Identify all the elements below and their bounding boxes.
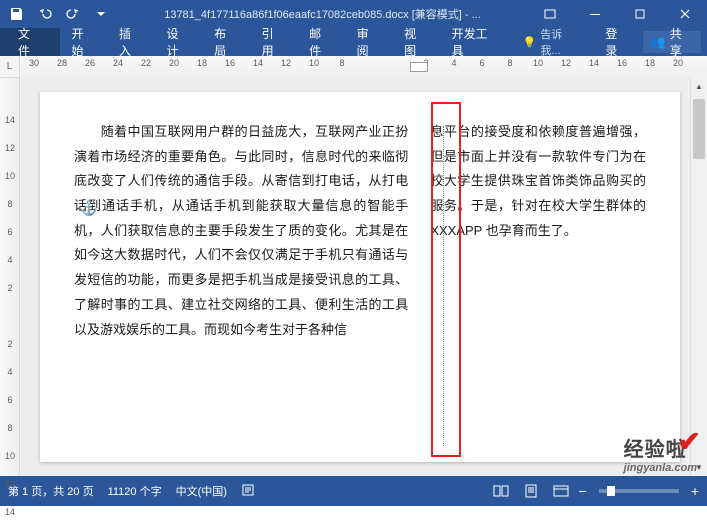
- column-separator: [443, 126, 444, 446]
- ruler-tick: [2, 302, 18, 330]
- ruler-tick: 4: [2, 246, 18, 274]
- scroll-thumb[interactable]: [693, 99, 705, 159]
- qat-customize-button[interactable]: [88, 2, 114, 26]
- page-count[interactable]: 第 1 页，共 20 页: [8, 483, 94, 499]
- title-bar: 13781_4f177116a86f1f06eaafc17082ceb085.d…: [0, 0, 707, 28]
- minimize-button[interactable]: [572, 0, 617, 28]
- tab-home[interactable]: 开始: [60, 28, 108, 56]
- maximize-button[interactable]: [617, 0, 662, 28]
- ruler-tick: 8: [2, 414, 18, 442]
- close-button[interactable]: [662, 0, 707, 28]
- workspace: 14121086422468101214 ⚓ 随着中国互联网用户群的日益庞大，互…: [0, 78, 707, 476]
- tab-insert[interactable]: 插入: [107, 28, 155, 56]
- print-layout-button[interactable]: [519, 480, 543, 502]
- ruler-tick: 14: [244, 58, 272, 68]
- ruler-tick: 10: [2, 442, 18, 470]
- ruler-tick: 30: [20, 58, 48, 68]
- tell-me[interactable]: 💡告诉我...: [511, 28, 594, 56]
- tab-design[interactable]: 设计: [155, 28, 203, 56]
- language[interactable]: 中文(中国): [176, 483, 227, 499]
- ruler-tick: 14: [2, 498, 18, 526]
- ruler-tick: 18: [188, 58, 216, 68]
- ruler-tick: 8: [496, 58, 524, 68]
- tab-mailings[interactable]: 邮件: [297, 28, 345, 56]
- ruler-tick: 12: [2, 470, 18, 498]
- ruler-tick: 16: [216, 58, 244, 68]
- horizontal-ruler-row: L 30282624222018161412108246810121416182…: [0, 56, 707, 78]
- ruler-indent-marker[interactable]: [410, 62, 428, 72]
- vertical-scrollbar[interactable]: ▲ ▼: [690, 78, 707, 476]
- ruler-tick: 10: [524, 58, 552, 68]
- ruler-tick: 2: [2, 330, 18, 358]
- ruler-tick: 6: [2, 218, 18, 246]
- anchor-icon: ⚓: [80, 200, 97, 217]
- ruler-corner[interactable]: L: [0, 56, 20, 78]
- quick-access-toolbar: [0, 2, 118, 26]
- ruler-tick: 22: [132, 58, 160, 68]
- tab-file[interactable]: 文件: [0, 28, 60, 56]
- ruler-tick: 8: [2, 190, 18, 218]
- ruler-tick: 26: [76, 58, 104, 68]
- read-mode-button[interactable]: [489, 480, 513, 502]
- ruler-tick: 20: [664, 58, 692, 68]
- window-title: 13781_4f177116a86f1f06eaafc17082ceb085.d…: [118, 6, 527, 22]
- zoom-slider[interactable]: [599, 489, 679, 493]
- zoom-in-button[interactable]: +: [691, 483, 699, 499]
- tab-references[interactable]: 引用: [250, 28, 298, 56]
- zoom-thumb[interactable]: [607, 486, 615, 496]
- word-count[interactable]: 11120 个字: [108, 483, 162, 499]
- ruler-tick: 10: [2, 162, 18, 190]
- ruler-tick: 10: [300, 58, 328, 68]
- ribbon-options-button[interactable]: [527, 0, 572, 28]
- share-icon: 👥: [651, 35, 666, 49]
- page: ⚓ 随着中国互联网用户群的日益庞大，互联网产业正扮演着市场经济的重要角色。与此同…: [40, 92, 680, 462]
- share-button[interactable]: 👥共享: [643, 31, 701, 53]
- zoom-out-button[interactable]: −: [579, 483, 587, 499]
- ruler-tick: 4: [2, 358, 18, 386]
- undo-button[interactable]: [32, 2, 58, 26]
- ruler-tick: 12: [552, 58, 580, 68]
- lightbulb-icon: 💡: [523, 36, 537, 49]
- column-2-text: 息平台的接受度和依赖度普遍增强，但是市面上并没有一款软件专门为在校大学生提供珠宝…: [422, 120, 646, 462]
- ruler-tick: 28: [48, 58, 76, 68]
- ruler-tick: 2: [2, 274, 18, 302]
- redo-button[interactable]: [60, 2, 86, 26]
- status-bar: 第 1 页，共 20 页 11120 个字 中文(中国) − +: [0, 476, 707, 506]
- save-button[interactable]: [4, 2, 30, 26]
- document-canvas[interactable]: ⚓ 随着中国互联网用户群的日益庞大，互联网产业正扮演着市场经济的重要角色。与此同…: [20, 78, 690, 476]
- ruler-tick: 12: [272, 58, 300, 68]
- ruler-tick: [384, 58, 412, 68]
- ruler-tick: 12: [2, 134, 18, 162]
- ruler-tick: 14: [2, 106, 18, 134]
- tab-developer[interactable]: 开发工具: [440, 28, 511, 56]
- ruler-tick: 24: [104, 58, 132, 68]
- ruler-tick: 8: [328, 58, 356, 68]
- login-button[interactable]: 登录: [593, 28, 641, 56]
- ruler-tick: 14: [580, 58, 608, 68]
- ruler-tick: 4: [440, 58, 468, 68]
- tab-view[interactable]: 视图: [392, 28, 440, 56]
- track-changes-icon[interactable]: [241, 483, 255, 499]
- vertical-ruler[interactable]: 14121086422468101214: [0, 78, 20, 476]
- ruler-tick: 6: [468, 58, 496, 68]
- ruler-tick: [2, 78, 18, 106]
- column-1-text: 随着中国互联网用户群的日益庞大，互联网产业正扮演着市场经济的重要角色。与此同时，…: [74, 120, 408, 462]
- ribbon-tabs: 文件 开始 插入 设计 布局 引用 邮件 审阅 视图 开发工具 💡告诉我... …: [0, 28, 707, 56]
- ruler-tick: 20: [160, 58, 188, 68]
- tab-layout[interactable]: 布局: [202, 28, 250, 56]
- tab-review[interactable]: 审阅: [345, 28, 393, 56]
- ruler-tick: 6: [2, 386, 18, 414]
- scroll-down-button[interactable]: ▼: [691, 459, 707, 476]
- ruler-tick: [356, 58, 384, 68]
- ruler-tick: 16: [608, 58, 636, 68]
- ruler-tick: 18: [636, 58, 664, 68]
- horizontal-ruler[interactable]: 302826242220181614121082468101214161820: [20, 56, 707, 78]
- scroll-track[interactable]: [691, 95, 707, 459]
- scroll-up-button[interactable]: ▲: [691, 78, 707, 95]
- web-layout-button[interactable]: [549, 480, 573, 502]
- window-controls: [527, 0, 707, 28]
